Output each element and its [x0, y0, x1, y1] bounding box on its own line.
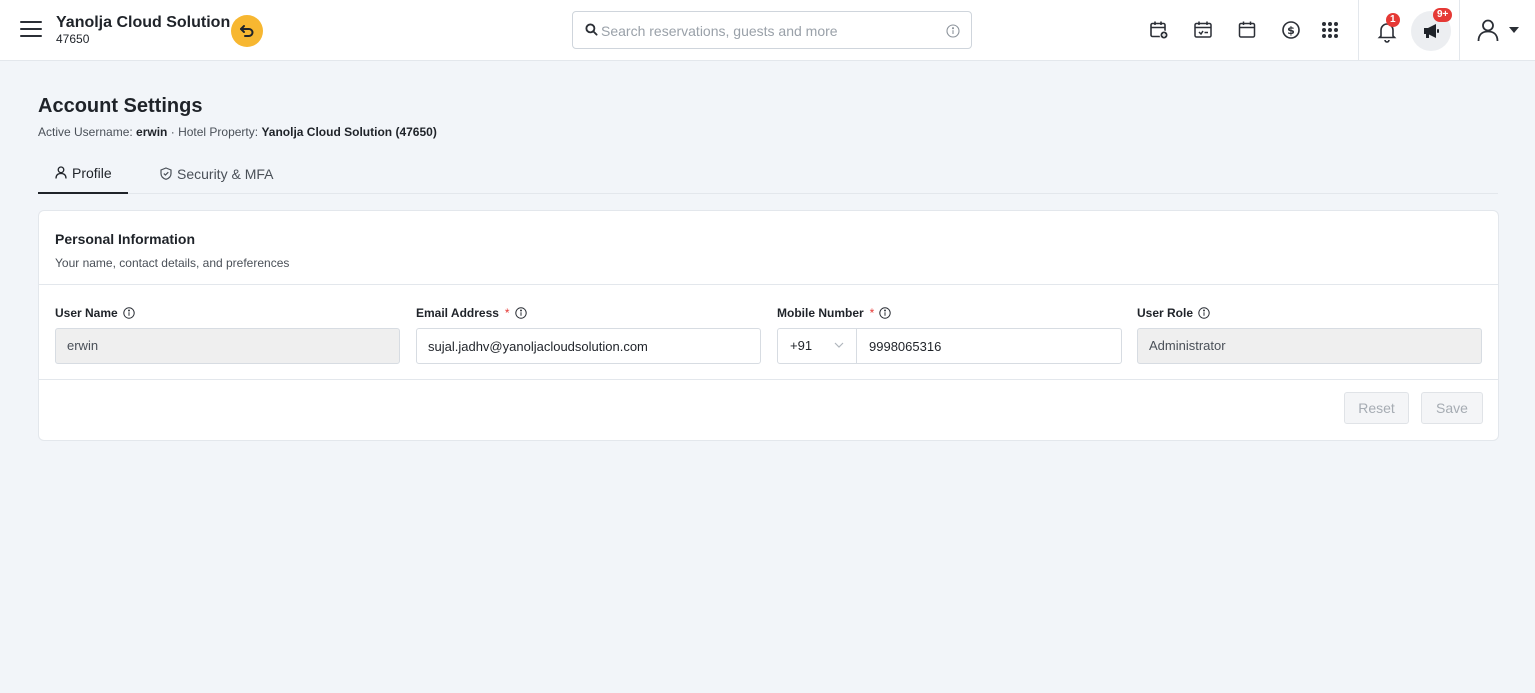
brand-id: 47650 — [56, 32, 90, 46]
card-title: Personal Information — [55, 231, 196, 247]
info-icon[interactable] — [123, 307, 135, 319]
user-role-label: User Role — [1137, 305, 1482, 321]
email-input[interactable] — [416, 328, 761, 364]
hotel-property: Yanolja Cloud Solution (47650) — [261, 125, 437, 139]
separator: · — [167, 125, 179, 139]
card-subtitle: Your name, contact details, and preferen… — [55, 256, 290, 270]
bell-icon[interactable]: 1 — [1377, 13, 1400, 43]
caret-down-icon — [1509, 27, 1519, 33]
email-label-text: Email Address — [416, 306, 499, 320]
active-username: erwin — [136, 125, 168, 139]
required-mark: * — [504, 306, 510, 320]
undo-arrow-icon[interactable] — [231, 15, 263, 47]
user-icon — [1477, 19, 1499, 42]
country-code-value: +91 — [790, 338, 813, 353]
save-button[interactable]: Save — [1421, 392, 1483, 424]
mobile-label-text: Mobile Number — [777, 306, 864, 320]
search-input[interactable] — [601, 18, 941, 44]
shield-check-icon — [160, 167, 172, 180]
mobile-field: Mobile Number * +91 — [777, 305, 1122, 364]
tab-label: Profile — [72, 164, 112, 181]
chevron-down-icon — [834, 329, 844, 363]
search-icon — [585, 23, 598, 36]
notification-badge: 1 — [1386, 13, 1400, 27]
hotel-property-label: Hotel Property: — [178, 125, 259, 139]
username-input: erwin — [55, 328, 400, 364]
email-field: Email Address * — [416, 305, 761, 364]
user-role-input: Administrator — [1137, 328, 1482, 364]
username-label-text: User Name — [55, 306, 118, 320]
settings-tabs: Profile Security & MFA — [38, 153, 1498, 194]
mobile-number-input[interactable] — [856, 328, 1122, 364]
email-label: Email Address * — [416, 305, 761, 321]
calendar-icon[interactable] — [1236, 19, 1258, 41]
user-icon — [55, 166, 67, 179]
personal-information-card: Personal Information Your name, contact … — [38, 210, 1499, 441]
card-divider — [39, 379, 1498, 380]
info-icon[interactable] — [946, 24, 960, 38]
user-menu[interactable] — [1476, 18, 1522, 44]
brand[interactable]: Yanolja Cloud Solution 47650 — [56, 14, 230, 46]
dollar-icon[interactable]: $ — [1280, 19, 1302, 41]
tab-profile[interactable]: Profile — [38, 153, 128, 194]
username-label: User Name — [55, 305, 400, 321]
brand-name: Yanolja Cloud Solution — [56, 14, 231, 31]
mobile-label: Mobile Number * — [777, 305, 1122, 321]
active-username-label: Active Username: — [38, 125, 133, 139]
svg-text:$: $ — [1287, 24, 1295, 37]
tab-label: Security & MFA — [177, 165, 274, 182]
page-title: Account Settings — [38, 95, 203, 117]
info-icon[interactable] — [1198, 307, 1210, 319]
top-bar: Yanolja Cloud Solution 47650 Search rese… — [0, 0, 1535, 61]
account-context: Active Username: erwin · Hotel Property:… — [38, 125, 437, 139]
calendar-add-icon[interactable] — [1148, 19, 1170, 41]
announcement-badge: 9+ — [1433, 8, 1453, 22]
info-icon[interactable] — [514, 307, 527, 319]
user-role-label-text: User Role — [1137, 306, 1194, 320]
country-code-select[interactable]: +91 — [777, 328, 857, 364]
user-role-field: User Role Administrator — [1137, 305, 1482, 364]
info-icon[interactable] — [879, 307, 892, 319]
reset-button[interactable]: Reset — [1344, 392, 1409, 424]
search-box[interactable] — [572, 11, 972, 49]
tab-security-mfa[interactable]: Security & MFA — [160, 153, 273, 194]
toolbar-divider — [1459, 0, 1460, 61]
required-mark: * — [869, 306, 875, 320]
card-header: Personal Information Your name, contact … — [39, 211, 1498, 285]
hamburger-icon[interactable] — [20, 21, 42, 41]
megaphone-icon[interactable]: 9+ — [1411, 8, 1453, 51]
username-field: User Name erwin — [55, 305, 400, 364]
toolbar-divider — [1358, 0, 1359, 61]
calendar-check-icon[interactable] — [1192, 19, 1214, 41]
apps-grid-icon[interactable] — [1319, 19, 1341, 41]
